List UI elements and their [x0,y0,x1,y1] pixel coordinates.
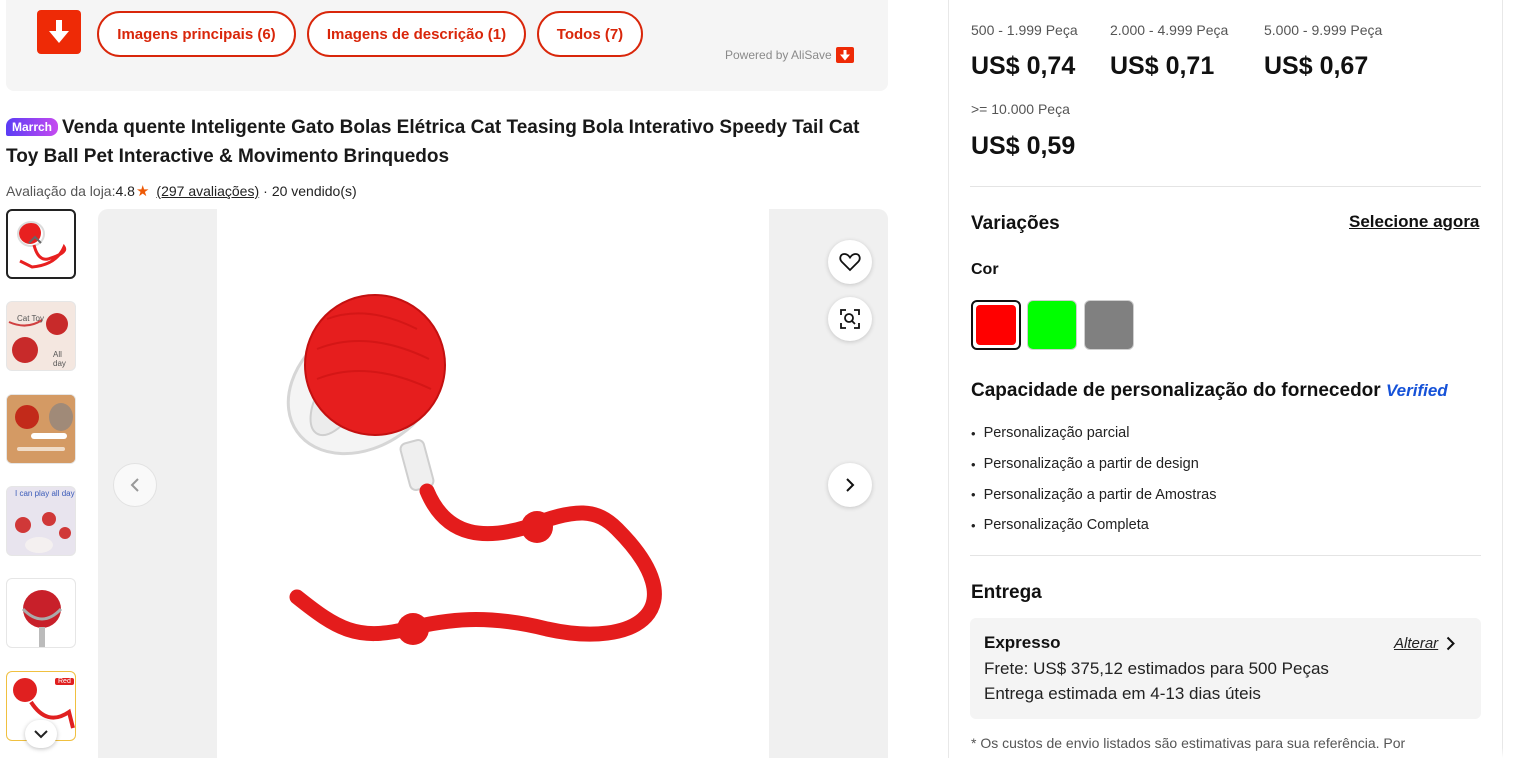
change-shipping-link[interactable]: Alterar [1394,635,1456,652]
cat-ball-thumb-icon [21,590,63,647]
customization-title: Capacidade de personalização do forneced… [971,380,1448,402]
thumbnail-2-caption-2: All day [53,350,66,368]
chevron-left-icon [130,478,139,492]
main-image-canvas [217,209,769,758]
product-title: Marrch Venda quente Inteligente Gato Bola… [6,113,886,171]
shipping-cost: Frete: US$ 375,12 estimados para 500 Peç… [984,659,1329,678]
tier-1-price: US$ 0,74 [971,52,1076,80]
tab-description-images[interactable]: Imagens de descrição (1) [307,11,526,57]
cat-ball-thumb-icon [7,395,75,463]
tier-2-price: US$ 0,71 [1110,52,1215,80]
shipping-eta: Entrega estimada em 4-13 dias úteis [984,684,1261,703]
list-item: Personalização a partir de Amostras [971,479,1217,510]
tab-main-images[interactable]: Imagens principais (6) [97,11,296,57]
previous-image-button[interactable] [113,463,157,507]
delivery-title: Entrega [971,582,1042,603]
thumbnail-5[interactable] [6,578,76,648]
heart-icon [839,253,861,272]
thumbnail-3[interactable] [6,394,76,464]
tier-2-qty: 2.000 - 4.999 Peça [1110,22,1229,38]
rating-value: 4.8 [115,183,135,199]
main-product-image[interactable] [98,209,888,758]
reviews-link[interactable]: (297 avaliações) [156,183,259,199]
verified-badge: Verified [1385,381,1448,400]
store-rating: Avaliação da loja: 4.8 ★ (297 avaliações… [6,182,357,200]
customization-title-text: Capacidade de personalização do forneced… [971,380,1381,401]
scroll-fade [949,748,1504,758]
image-search-button[interactable] [828,297,872,341]
favorite-button[interactable] [828,240,872,284]
thumbnail-2[interactable]: Cat Toy All day [6,301,76,371]
tier-3-price: US$ 0,67 [1264,52,1369,80]
shipping-method: Expresso [984,633,1061,652]
alisave-logo-icon [835,47,854,63]
list-item: Personalização parcial [971,418,1216,449]
arrow-down-icon [49,20,69,43]
customization-list: Personalização parcial Personalização a … [971,418,1217,541]
tier-4-price: US$ 0,59 [971,132,1076,160]
thumbnail-6-tag: Red [55,678,74,685]
powered-by[interactable]: Powered by AliSave [725,47,854,63]
purchase-panel: 500 - 1.999 Peça US$ 0,74 2.000 - 4.999 … [948,0,1504,758]
star-icon: ★ [135,183,150,200]
sold-count: 20 vendido(s) [271,183,357,199]
powered-by-text: Powered by AliSave [725,48,832,62]
image-download-toolbar: Imagens principais (6) Imagens de descri… [6,0,888,91]
divider [970,186,1481,187]
color-swatch-gray[interactable] [1084,300,1134,350]
thumbnail-2-caption: Cat Toy [17,314,44,323]
rating-separator: · [263,183,268,199]
color-swatch-red-fill [976,305,1016,345]
download-icon[interactable] [37,10,81,54]
color-label: Cor [971,261,999,278]
rating-label: Avaliação da loja: [6,183,116,199]
chevron-down-icon [34,730,48,739]
march-badge: Marrch [6,118,59,136]
tier-3-qty: 5.000 - 9.999 Peça [1264,22,1383,38]
select-now-link[interactable]: Selecione agora [1349,212,1479,232]
chevron-right-icon [846,478,855,492]
shipping-box: Expresso Alterar Frete: US$ 375,12 estim… [970,618,1481,719]
divider [970,555,1481,556]
cat-ball-toy-image [286,294,662,645]
color-swatch-green[interactable] [1027,300,1077,350]
list-item: Personalização a partir de design [971,449,1216,480]
change-shipping-label: Alterar [1394,635,1439,652]
color-swatch-red[interactable] [971,300,1021,350]
variations-title: Variações [971,213,1060,234]
thumbnail-up-icon[interactable] [28,232,42,248]
tier-4-qty: >= 10.000 Peça [971,101,1070,117]
thumbnail-4-caption: I can play all day [15,489,75,498]
product-title-text: Venda quente Inteligente Gato Bolas Elét… [6,117,860,167]
image-search-icon [840,309,860,329]
thumbnail-down-button[interactable] [25,720,57,748]
thumbnail-4[interactable]: I can play all day [6,486,76,556]
chevron-right-icon [1446,636,1456,651]
tier-1-qty: 500 - 1.999 Peça [971,22,1078,38]
list-item: Personalização Completa [971,510,1216,541]
next-image-button[interactable] [828,463,872,507]
tab-all-images[interactable]: Todos (7) [537,11,643,57]
